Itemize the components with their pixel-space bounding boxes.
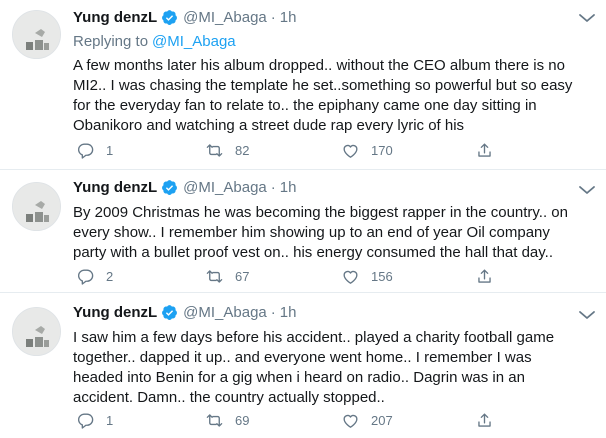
tweet[interactable]: Yung denzL @MI_Abaga · 1h I saw him a fe… bbox=[0, 293, 606, 438]
tweet-text: I saw him a few days before his accident… bbox=[73, 328, 593, 408]
separator-dot: · bbox=[270, 178, 276, 196]
reply-icon bbox=[78, 142, 94, 159]
retweet-icon bbox=[206, 269, 223, 283]
reply-button[interactable]: 2 bbox=[76, 266, 113, 286]
replying-handle-link[interactable]: @MI_Abaga bbox=[152, 33, 236, 50]
tweet-text-line: party with a bullet proof vest on.. his … bbox=[73, 244, 553, 261]
tweet-text: A few months later his album dropped.. w… bbox=[73, 56, 593, 136]
like-icon bbox=[343, 144, 358, 158]
reply-count: 2 bbox=[106, 268, 114, 284]
reply-count: 1 bbox=[106, 412, 114, 428]
retweet-icon bbox=[206, 413, 223, 427]
tweet-text-line: for the everyday fan to relate to.. the … bbox=[73, 97, 537, 114]
retweet-count: 67 bbox=[235, 268, 250, 284]
reply-icon bbox=[78, 268, 94, 285]
avatar[interactable] bbox=[12, 10, 61, 59]
verified-badge-icon bbox=[161, 9, 178, 26]
chevron-down-icon[interactable] bbox=[578, 183, 596, 195]
tweet-text-line: I saw him a few days before his accident… bbox=[73, 329, 555, 346]
replying-to: Replying to @MI_Abaga bbox=[73, 33, 236, 50]
tweet-actions: 1 69 207 bbox=[73, 410, 606, 430]
tweet-text-line: accident. Damn.. the country actually st… bbox=[73, 389, 385, 406]
share-button[interactable] bbox=[475, 410, 494, 430]
retweet-button[interactable]: 82 bbox=[205, 140, 249, 160]
separator-dot: · bbox=[270, 303, 276, 321]
display-name[interactable]: Yung denzL bbox=[73, 304, 157, 321]
like-count: 207 bbox=[371, 412, 393, 428]
tweet-header: Yung denzL @MI_Abaga · 1h bbox=[73, 177, 296, 197]
tweet-text-line: Obanikoro and watching a street dude rap… bbox=[73, 117, 465, 134]
verified-badge-icon bbox=[161, 179, 178, 196]
tweet-header: Yung denzL @MI_Abaga · 1h bbox=[73, 302, 296, 322]
tweet-text-line: MI2.. I was chasing the template he set.… bbox=[73, 77, 573, 94]
retweet-count: 82 bbox=[235, 142, 250, 158]
like-icon bbox=[343, 414, 358, 428]
tweet-text-line: A few months later his album dropped.. w… bbox=[73, 57, 565, 74]
reply-icon bbox=[78, 412, 94, 429]
avatar[interactable] bbox=[12, 182, 61, 231]
separator-dot: · bbox=[270, 8, 276, 26]
share-button[interactable] bbox=[475, 266, 494, 286]
retweet-button[interactable]: 67 bbox=[205, 266, 249, 286]
like-button[interactable]: 170 bbox=[341, 140, 393, 160]
like-icon bbox=[343, 270, 358, 284]
replying-label: Replying to bbox=[73, 33, 149, 50]
reply-button[interactable]: 1 bbox=[76, 140, 113, 160]
like-count: 170 bbox=[371, 142, 393, 158]
tweet-text-line: headed into Benin for a gig when i heard… bbox=[73, 369, 525, 386]
share-icon bbox=[478, 142, 491, 157]
user-handle[interactable]: @MI_Abaga bbox=[183, 179, 267, 196]
verified-badge-icon bbox=[161, 304, 178, 321]
chevron-down-icon[interactable] bbox=[578, 11, 596, 23]
tweet-actions: 1 82 170 bbox=[73, 140, 606, 160]
tweet-actions: 2 67 156 bbox=[73, 266, 606, 286]
tweet-text-line: together.. dapped it up.. and everyone w… bbox=[73, 349, 532, 366]
tweet-text-line: every show.. I remember him showing up t… bbox=[73, 224, 550, 241]
display-name[interactable]: Yung denzL bbox=[73, 179, 157, 196]
tweet[interactable]: Yung denzL @MI_Abaga · 1h By 2009 Christ… bbox=[0, 170, 606, 293]
tweet-text: By 2009 Christmas he was becoming the bi… bbox=[73, 203, 593, 263]
display-name[interactable]: Yung denzL bbox=[73, 9, 157, 26]
timestamp[interactable]: 1h bbox=[280, 179, 297, 196]
user-handle[interactable]: @MI_Abaga bbox=[183, 304, 267, 321]
tweet-header: Yung denzL @MI_Abaga · 1h bbox=[73, 7, 296, 27]
reply-button[interactable]: 1 bbox=[76, 410, 113, 430]
like-button[interactable]: 207 bbox=[341, 410, 393, 430]
share-button[interactable] bbox=[475, 140, 494, 160]
share-icon bbox=[478, 412, 491, 427]
share-icon bbox=[478, 268, 491, 283]
user-handle[interactable]: @MI_Abaga bbox=[183, 9, 267, 26]
timestamp[interactable]: 1h bbox=[280, 9, 297, 26]
tweet-text-line: By 2009 Christmas he was becoming the bi… bbox=[73, 204, 568, 221]
retweet-count: 69 bbox=[235, 412, 250, 428]
chevron-down-icon[interactable] bbox=[578, 308, 596, 320]
reply-count: 1 bbox=[106, 142, 114, 158]
tweet[interactable]: Yung denzL @MI_Abaga · 1h Replying to @MI… bbox=[0, 0, 606, 170]
retweet-icon bbox=[206, 143, 223, 157]
timestamp[interactable]: 1h bbox=[280, 304, 297, 321]
like-button[interactable]: 156 bbox=[341, 266, 393, 286]
like-count: 156 bbox=[371, 268, 393, 284]
avatar[interactable] bbox=[12, 307, 61, 356]
retweet-button[interactable]: 69 bbox=[205, 410, 249, 430]
